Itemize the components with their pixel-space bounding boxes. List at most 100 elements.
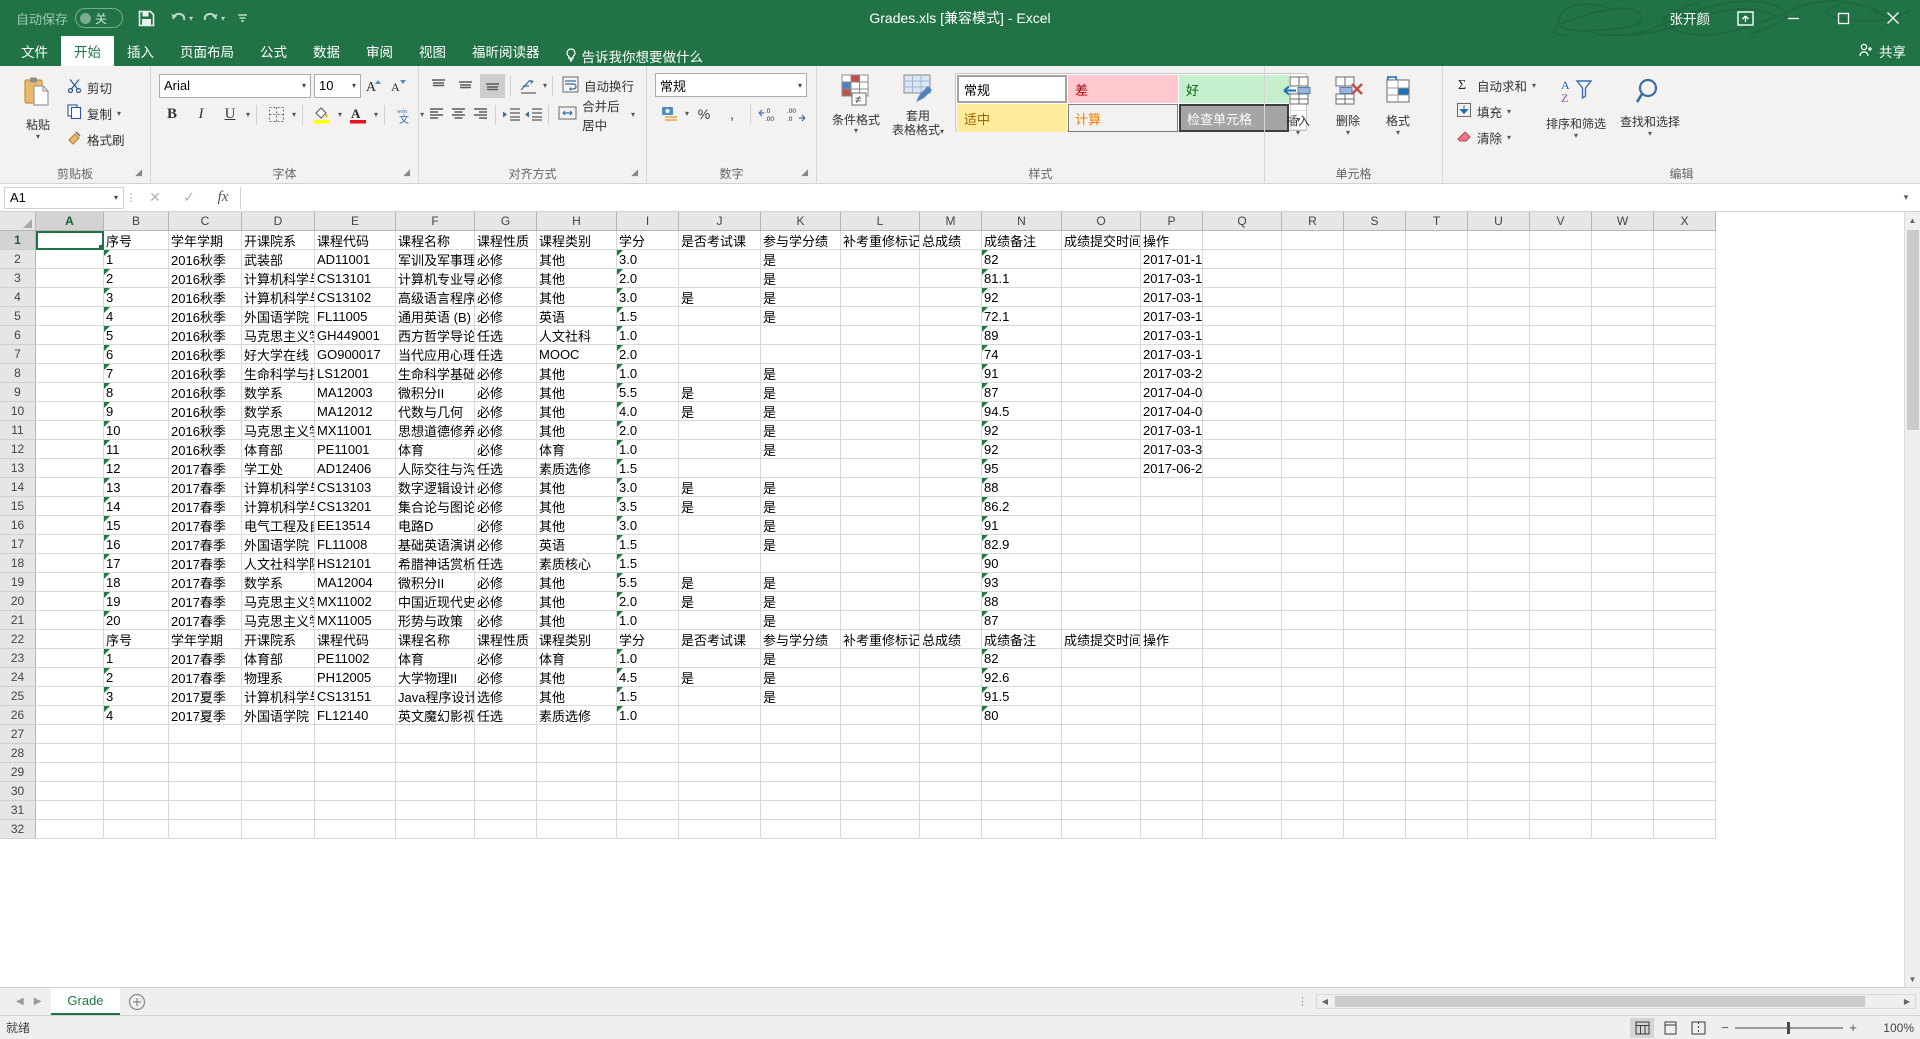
- align-top-icon[interactable]: [426, 74, 451, 98]
- cell-R20[interactable]: [1282, 592, 1344, 611]
- cell-F26[interactable]: 英文魔幻影视赏析: [396, 706, 475, 725]
- cell-X2[interactable]: [1654, 250, 1716, 269]
- cell-U9[interactable]: [1468, 383, 1530, 402]
- orientation-dropdown-arrow[interactable]: ▾: [543, 82, 547, 90]
- cell-N1[interactable]: 成绩备注: [982, 231, 1062, 250]
- cell-N26[interactable]: 80: [982, 706, 1062, 725]
- cell-R9[interactable]: [1282, 383, 1344, 402]
- split-handle[interactable]: ⋮: [1289, 995, 1316, 1008]
- cell-M12[interactable]: [920, 440, 982, 459]
- font-color-dropdown-arrow[interactable]: ▾: [374, 111, 378, 119]
- row-header-9[interactable]: 9: [0, 383, 36, 402]
- cell-J19[interactable]: 是: [679, 573, 761, 592]
- cell-L19[interactable]: [841, 573, 920, 592]
- cell-G22[interactable]: 课程性质: [475, 630, 537, 649]
- cell-B16[interactable]: 15: [104, 516, 169, 535]
- cell-E16[interactable]: EE13514: [315, 516, 396, 535]
- row-header-2[interactable]: 2: [0, 250, 36, 269]
- cell-I9[interactable]: 5.5: [617, 383, 679, 402]
- cell-R12[interactable]: [1282, 440, 1344, 459]
- cell-G9[interactable]: 必修: [475, 383, 537, 402]
- cell-E2[interactable]: AD11001: [315, 250, 396, 269]
- cell-A18[interactable]: [36, 554, 104, 573]
- cell-T24[interactable]: [1406, 668, 1468, 687]
- column-header-C[interactable]: C: [169, 212, 242, 231]
- cell-J31[interactable]: [679, 801, 761, 820]
- cell-K29[interactable]: [761, 763, 841, 782]
- row-header-20[interactable]: 20: [0, 592, 36, 611]
- borders-dropdown-arrow[interactable]: ▾: [292, 111, 296, 119]
- cell-I29[interactable]: [617, 763, 679, 782]
- cancel-icon[interactable]: ✕: [138, 187, 172, 209]
- cell-F10[interactable]: 代数与几何: [396, 402, 475, 421]
- font-color-icon[interactable]: A: [345, 102, 371, 127]
- find-select-dropdown-arrow[interactable]: ▾: [1648, 130, 1652, 138]
- column-header-J[interactable]: J: [679, 212, 761, 231]
- cell-E15[interactable]: CS13201: [315, 497, 396, 516]
- scroll-up-icon[interactable]: ▲: [1905, 212, 1920, 228]
- cell-V26[interactable]: [1530, 706, 1592, 725]
- cell-T4[interactable]: [1406, 288, 1468, 307]
- column-header-N[interactable]: N: [982, 212, 1062, 231]
- cell-Q13[interactable]: [1203, 459, 1282, 478]
- font-dialog-launcher[interactable]: ◢: [403, 163, 410, 182]
- cell-style-neutral[interactable]: 适中: [957, 104, 1067, 132]
- cell-G18[interactable]: 任选: [475, 554, 537, 573]
- cell-H20[interactable]: 其他: [537, 592, 617, 611]
- underline-button[interactable]: U: [217, 102, 243, 127]
- cell-A13[interactable]: [36, 459, 104, 478]
- cell-X20[interactable]: [1654, 592, 1716, 611]
- column-header-S[interactable]: S: [1344, 212, 1406, 231]
- cell-U15[interactable]: [1468, 497, 1530, 516]
- cell-H10[interactable]: 其他: [537, 402, 617, 421]
- cell-L6[interactable]: [841, 326, 920, 345]
- cell-W24[interactable]: [1592, 668, 1654, 687]
- cell-H14[interactable]: 其他: [537, 478, 617, 497]
- cell-T10[interactable]: [1406, 402, 1468, 421]
- cell-F12[interactable]: 体育: [396, 440, 475, 459]
- insert-function-icon[interactable]: fx: [206, 187, 240, 209]
- cell-J1[interactable]: 是否考试课: [679, 231, 761, 250]
- cell-H13[interactable]: 素质选修: [537, 459, 617, 478]
- decrease-decimal-icon[interactable]: .00.0: [784, 101, 810, 126]
- cell-R23[interactable]: [1282, 649, 1344, 668]
- cell-W5[interactable]: [1592, 307, 1654, 326]
- cell-C31[interactable]: [169, 801, 242, 820]
- cell-S2[interactable]: [1344, 250, 1406, 269]
- cell-F5[interactable]: 通用英语 (B): [396, 307, 475, 326]
- conditional-dropdown-arrow[interactable]: ▾: [854, 127, 858, 135]
- cell-S7[interactable]: [1344, 345, 1406, 364]
- cell-B17[interactable]: 16: [104, 535, 169, 554]
- accounting-format-icon[interactable]: [657, 101, 683, 126]
- cell-X7[interactable]: [1654, 345, 1716, 364]
- cell-P11[interactable]: 2017-03-13 15:54:52: [1141, 421, 1203, 440]
- cell-X15[interactable]: [1654, 497, 1716, 516]
- cell-O17[interactable]: [1062, 535, 1141, 554]
- cell-G27[interactable]: [475, 725, 537, 744]
- cell-K3[interactable]: 是: [761, 269, 841, 288]
- cell-U30[interactable]: [1468, 782, 1530, 801]
- cell-D21[interactable]: 马克思主义学院: [242, 611, 315, 630]
- cell-Q8[interactable]: [1203, 364, 1282, 383]
- cell-E26[interactable]: FL12140: [315, 706, 396, 725]
- cell-S29[interactable]: [1344, 763, 1406, 782]
- insert-dropdown-arrow[interactable]: ▾: [1296, 129, 1300, 137]
- cell-W23[interactable]: [1592, 649, 1654, 668]
- row-header-7[interactable]: 7: [0, 345, 36, 364]
- cell-R22[interactable]: [1282, 630, 1344, 649]
- cell-N25[interactable]: 91.5: [982, 687, 1062, 706]
- cell-R17[interactable]: [1282, 535, 1344, 554]
- cell-O18[interactable]: [1062, 554, 1141, 573]
- cell-L25[interactable]: [841, 687, 920, 706]
- cell-H18[interactable]: 素质核心: [537, 554, 617, 573]
- row-header-30[interactable]: 30: [0, 782, 36, 801]
- row-header-31[interactable]: 31: [0, 801, 36, 820]
- cell-N18[interactable]: 90: [982, 554, 1062, 573]
- cell-V25[interactable]: [1530, 687, 1592, 706]
- cell-B25[interactable]: 3: [104, 687, 169, 706]
- cell-W21[interactable]: [1592, 611, 1654, 630]
- cell-P24[interactable]: [1141, 668, 1203, 687]
- cell-J20[interactable]: 是: [679, 592, 761, 611]
- cell-R4[interactable]: [1282, 288, 1344, 307]
- cell-H11[interactable]: 其他: [537, 421, 617, 440]
